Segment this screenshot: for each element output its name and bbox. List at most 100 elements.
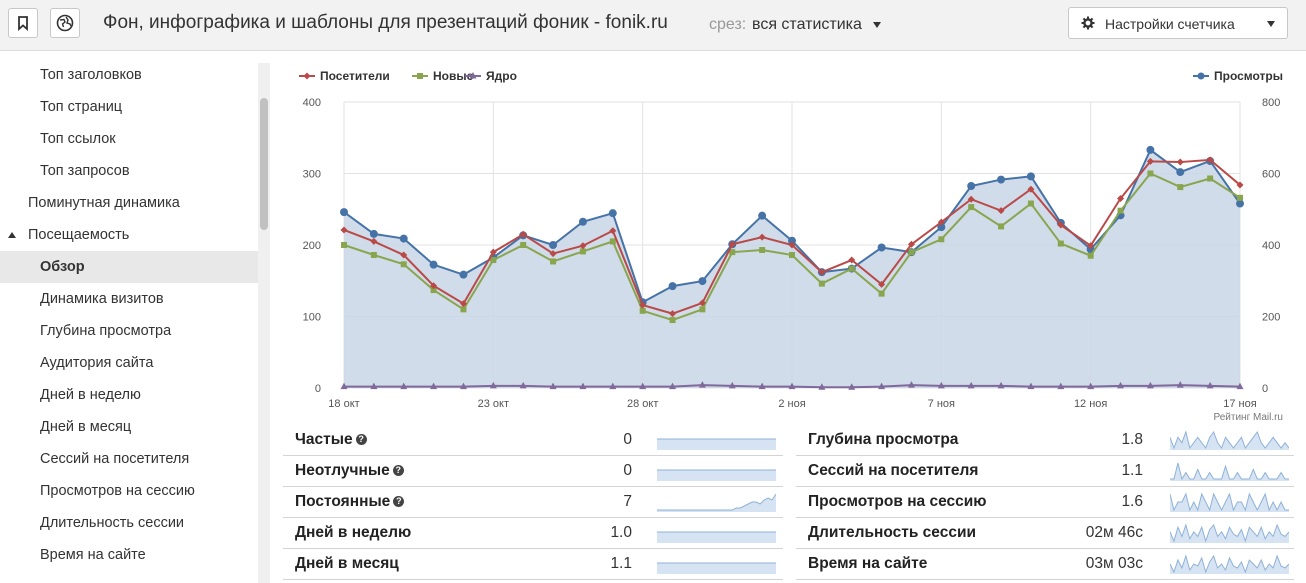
- sidebar-item[interactable]: Обзор: [0, 251, 258, 283]
- sidebar-item[interactable]: Топ запросов: [0, 155, 258, 187]
- stat-name[interactable]: Просмотров на сессию: [808, 493, 987, 511]
- stat-name[interactable]: Дней в месяц: [295, 555, 399, 573]
- data-point[interactable]: [998, 223, 1005, 230]
- sidebar-item[interactable]: Посещаемость: [0, 219, 258, 251]
- stat-row: Время на сайте 03м 03с: [796, 548, 1294, 580]
- stat-name-text: Дней в месяц: [295, 555, 399, 572]
- data-point[interactable]: [997, 175, 1006, 184]
- data-point[interactable]: [1027, 200, 1034, 207]
- data-point[interactable]: [608, 209, 617, 218]
- sidebar-item[interactable]: Топ ссылок: [0, 123, 258, 155]
- data-point[interactable]: [1117, 207, 1124, 214]
- stat-name[interactable]: Постоянные?: [295, 493, 405, 511]
- stat-name[interactable]: Частые?: [295, 431, 367, 449]
- legend-marker: [417, 73, 423, 79]
- data-point[interactable]: [759, 247, 766, 254]
- sparkline: [657, 493, 776, 512]
- data-point[interactable]: [341, 242, 347, 248]
- data-point[interactable]: [968, 204, 975, 211]
- sidebar-item[interactable]: Длительность сессии: [0, 507, 258, 539]
- sidebar-item[interactable]: Просмотров на сессию: [0, 475, 258, 507]
- data-point[interactable]: [520, 242, 527, 248]
- y-left-tick-label: 200: [303, 240, 321, 252]
- counter-settings-button[interactable]: Настройки счетчика: [1068, 7, 1288, 39]
- sidebar-item[interactable]: Динамика визитов: [0, 283, 258, 315]
- data-point[interactable]: [460, 306, 467, 313]
- data-point[interactable]: [1087, 252, 1094, 259]
- data-point[interactable]: [878, 290, 885, 297]
- stat-row: Дней в неделю 1.0: [283, 517, 783, 549]
- data-point[interactable]: [758, 211, 767, 220]
- sidebar-item[interactable]: Дней в месяц: [0, 411, 258, 443]
- stat-name[interactable]: Глубина просмотра: [808, 431, 958, 449]
- data-point[interactable]: [639, 307, 646, 314]
- data-point[interactable]: [579, 248, 586, 255]
- data-point[interactable]: [908, 249, 915, 256]
- data-point[interactable]: [877, 243, 886, 252]
- sidebar-item[interactable]: Дней в неделю: [0, 379, 258, 411]
- stat-name[interactable]: Неотлучные?: [295, 462, 404, 480]
- data-point[interactable]: [1147, 170, 1154, 177]
- data-point[interactable]: [1026, 172, 1035, 181]
- data-point[interactable]: [699, 306, 706, 313]
- help-icon[interactable]: ?: [355, 434, 367, 446]
- data-point[interactable]: [399, 234, 408, 243]
- data-point[interactable]: [848, 265, 855, 272]
- x-tick-label: 12 ноя: [1074, 398, 1107, 410]
- stat-name[interactable]: Сессий на посетителя: [808, 462, 978, 480]
- data-point[interactable]: [550, 258, 557, 265]
- data-point[interactable]: [370, 252, 377, 259]
- help-icon[interactable]: ?: [392, 465, 404, 477]
- data-point[interactable]: [490, 257, 497, 264]
- data-point[interactable]: [698, 277, 707, 286]
- data-point[interactable]: [1207, 175, 1214, 182]
- data-point[interactable]: [938, 236, 945, 243]
- data-point[interactable]: [1057, 240, 1064, 247]
- data-point[interactable]: [669, 317, 676, 324]
- legend-label[interactable]: Просмотры: [1214, 69, 1283, 83]
- stat-name[interactable]: Время на сайте: [808, 555, 927, 573]
- sidebar-item[interactable]: Глубина просмотра: [0, 315, 258, 347]
- globe-button[interactable]: [50, 8, 80, 38]
- slice-selector[interactable]: вся статистика: [752, 16, 862, 34]
- rating-watermark[interactable]: Рейтинг Mail.ru: [1214, 412, 1284, 422]
- top-bar: Фон, инфографика и шаблоны для презентац…: [0, 0, 1306, 51]
- sidebar-item[interactable]: Поминутная динамика: [0, 187, 258, 219]
- stat-value: 1.1: [1121, 462, 1143, 479]
- sparkline: [1170, 462, 1289, 481]
- data-point[interactable]: [459, 270, 468, 279]
- page-title: Фон, инфографика и шаблоны для презентац…: [103, 12, 668, 33]
- data-point[interactable]: [369, 229, 378, 238]
- data-point[interactable]: [429, 260, 438, 269]
- legend-label[interactable]: Посетители: [320, 69, 390, 83]
- sidebar-item[interactable]: Время на сайте: [0, 539, 258, 571]
- data-point[interactable]: [1176, 168, 1185, 177]
- data-point[interactable]: [789, 252, 795, 259]
- legend-marker: [1197, 72, 1205, 80]
- data-point[interactable]: [609, 238, 616, 245]
- sidebar-item[interactable]: Сессий на посетителя: [0, 443, 258, 475]
- sidebar-item[interactable]: Топ заголовков: [0, 59, 258, 91]
- data-point[interactable]: [400, 261, 407, 268]
- bookmark-button[interactable]: [8, 8, 38, 38]
- data-point[interactable]: [967, 182, 976, 191]
- stat-name[interactable]: Дней в неделю: [295, 524, 411, 542]
- sidebar-item-label: Дней в месяц: [40, 419, 132, 435]
- data-point[interactable]: [549, 241, 558, 249]
- data-point[interactable]: [1237, 194, 1243, 201]
- legend-label[interactable]: Ядро: [486, 69, 517, 83]
- sidebar-item[interactable]: Топ страниц: [0, 91, 258, 123]
- chevron-down-icon[interactable]: [873, 22, 881, 28]
- settings-label: Настройки счетчика: [1105, 16, 1235, 32]
- data-point[interactable]: [668, 282, 677, 291]
- help-icon[interactable]: ?: [393, 496, 405, 508]
- data-point[interactable]: [1146, 145, 1155, 154]
- data-point[interactable]: [340, 208, 348, 217]
- data-point[interactable]: [1177, 184, 1184, 191]
- data-point[interactable]: [818, 280, 825, 287]
- sidebar-item[interactable]: Аудитория сайта: [0, 347, 258, 379]
- stat-name[interactable]: Длительность сессии: [808, 524, 976, 542]
- data-point[interactable]: [578, 217, 587, 226]
- scrollbar-thumb[interactable]: [260, 98, 268, 230]
- data-point[interactable]: [1176, 158, 1184, 166]
